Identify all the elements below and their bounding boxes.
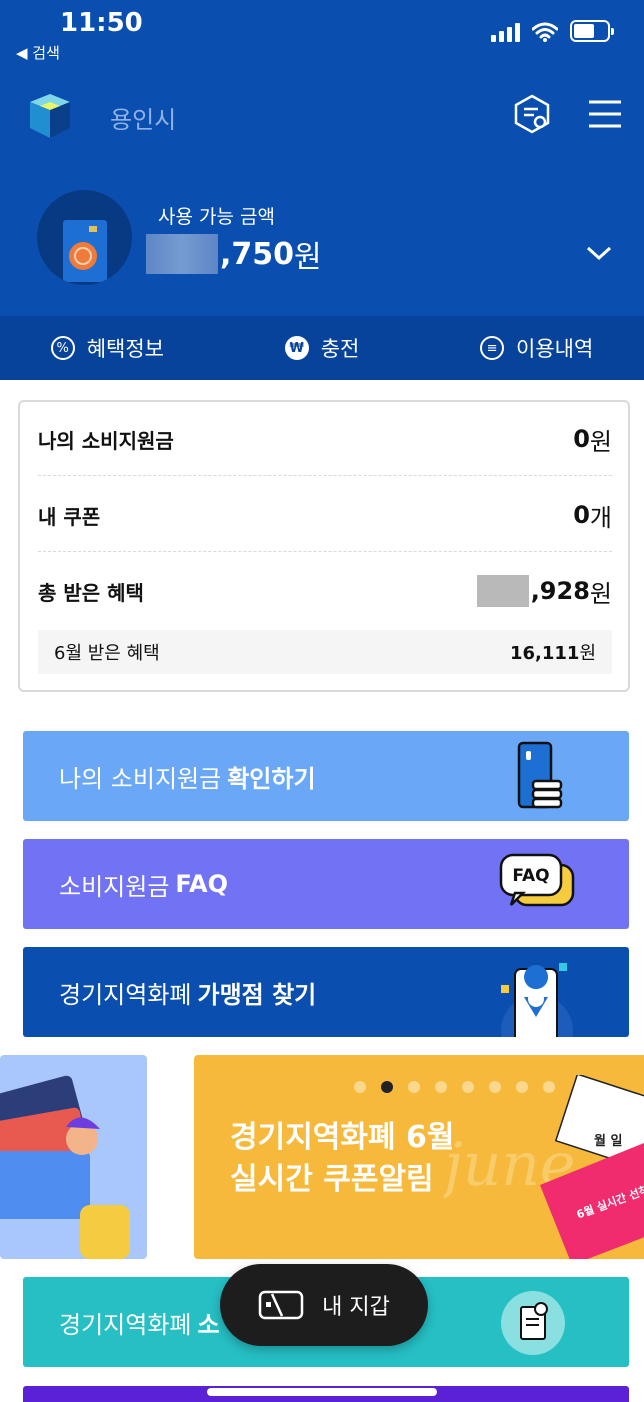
- menu-benefit-info[interactable]: % 혜택정보: [0, 316, 215, 380]
- hamburger-menu-icon[interactable]: [586, 94, 626, 134]
- carousel-card-prev[interactable]: [0, 1055, 147, 1259]
- row-value: 0개: [573, 501, 612, 532]
- banner-text: 경기지역화폐: [59, 980, 192, 1009]
- carousel-title-line2: 실시간 쿠폰알림: [230, 1162, 434, 1197]
- banner-bold-text: 가맹점 찾기: [197, 980, 317, 1009]
- available-amount-label: 사용 가능 금액: [158, 206, 275, 228]
- carousel-dot[interactable]: [354, 1081, 366, 1093]
- faq-bubble-icon: FAQ: [499, 853, 575, 907]
- row-label: 내 쿠폰: [38, 504, 101, 529]
- carousel-june-coupon[interactable]: 경기지역화폐 6월 실시간 쿠폰알림 june 월 일 6월 실시간 선착순: [194, 1055, 644, 1259]
- menu-charge[interactable]: ₩ 충전: [215, 316, 430, 380]
- menu-label: 충전: [320, 337, 360, 361]
- banner-text: 소비지원금: [59, 872, 170, 901]
- wifi-icon: [532, 22, 558, 42]
- home-indicator[interactable]: [207, 1388, 437, 1396]
- gyeonggi-money-logo: [30, 94, 70, 138]
- wallet-icon: [258, 1290, 304, 1320]
- card-image[interactable]: [37, 190, 132, 285]
- check-consumption-banner[interactable]: 나의 소비지원금 확인하기: [23, 731, 629, 821]
- won-icon: ₩: [284, 336, 309, 360]
- app-screen: 11:50 ◀ 검색 용인시 사용 가능 금액 ,750 원 % 혜택정보 ₩ …: [0, 0, 644, 1402]
- back-to-search-link[interactable]: ◀ 검색: [16, 42, 60, 63]
- white-card-text: 월 일: [594, 1133, 622, 1149]
- balance-amount: ,750: [220, 236, 295, 272]
- chevron-down-icon[interactable]: [586, 244, 612, 262]
- card-graphic-icon: [63, 220, 107, 282]
- balance-unit: 원: [294, 240, 322, 275]
- row-label: 나의 소비지원금: [38, 428, 174, 453]
- menu-usage-history[interactable]: ≡ 이용내역: [429, 316, 644, 380]
- credit-cards-illustration-icon: [0, 1075, 130, 1259]
- menu-label: 이용내역: [516, 337, 594, 361]
- benefit-summary: 나의 소비지원금 0원 내 쿠폰 0개 총 받은 혜택 ,928 원 6월 받은 …: [18, 400, 630, 692]
- row-label: 총 받은 혜택: [38, 580, 144, 605]
- battery-icon: [570, 20, 614, 42]
- quick-menu: % 혜택정보 ₩ 충전 ≡ 이용내역: [0, 316, 644, 380]
- find-store-banner[interactable]: 경기지역화폐 가맹점 찾기: [23, 947, 629, 1037]
- banner-bold-text: 소: [197, 1310, 220, 1339]
- banner-text: 경기지역화폐: [59, 1310, 192, 1339]
- faq-bubble-text: FAQ: [512, 866, 549, 886]
- menu-label: 혜택정보: [86, 337, 164, 361]
- carousel-dot-active[interactable]: [381, 1081, 393, 1093]
- june-benefit-row: 6월 받은 혜택 16,111원: [38, 630, 612, 674]
- row-value: 0원: [573, 425, 612, 456]
- row-value: ,928 원: [476, 574, 612, 609]
- top-header: 11:50 ◀ 검색 용인시 사용 가능 금액 ,750 원: [0, 0, 644, 316]
- my-coupon-row[interactable]: 내 쿠폰 0개: [38, 498, 612, 532]
- percent-icon: %: [50, 336, 75, 360]
- june-calendar-illustration-icon: june 월 일 6월 실시간 선착순: [444, 1075, 644, 1259]
- city-name: 용인시: [110, 106, 177, 134]
- banner-bold-text: FAQ: [175, 870, 229, 898]
- phone-coins-icon: [517, 741, 563, 809]
- carousel-title-line1: 경기지역화폐 6월: [230, 1120, 455, 1155]
- masked-amount: [476, 575, 529, 607]
- row-label: 6월 받은 혜택: [54, 643, 160, 664]
- divider: [38, 551, 612, 552]
- banner-text: 나의 소비지원금: [59, 764, 222, 793]
- settings-document-icon[interactable]: [512, 94, 552, 134]
- carousel-title: 경기지역화폐 6월 실시간 쿠폰알림: [230, 1117, 455, 1201]
- faq-banner[interactable]: 소비지원금 FAQ FAQ: [23, 839, 629, 929]
- store-map-phone-icon: [501, 963, 573, 1037]
- masked-amount: [146, 234, 218, 274]
- divider: [38, 475, 612, 476]
- carousel-dot[interactable]: [408, 1081, 420, 1093]
- consumption-support-row[interactable]: 나의 소비지원금 0원: [38, 422, 612, 456]
- receipt-icon: [501, 1291, 565, 1355]
- status-icons: [491, 20, 614, 42]
- banner-bold-text: 확인하기: [227, 764, 316, 793]
- list-icon: ≡: [480, 336, 505, 360]
- available-balance: ,750 원: [146, 232, 322, 276]
- status-time: 11:50: [60, 8, 143, 38]
- total-benefit-row[interactable]: 총 받은 혜택 ,928 원: [38, 573, 612, 609]
- row-value: 16,111원: [509, 643, 596, 664]
- my-wallet-button[interactable]: 내 지갑: [220, 1264, 428, 1346]
- signal-icon: [491, 23, 520, 42]
- wallet-label: 내 지갑: [322, 1295, 390, 1320]
